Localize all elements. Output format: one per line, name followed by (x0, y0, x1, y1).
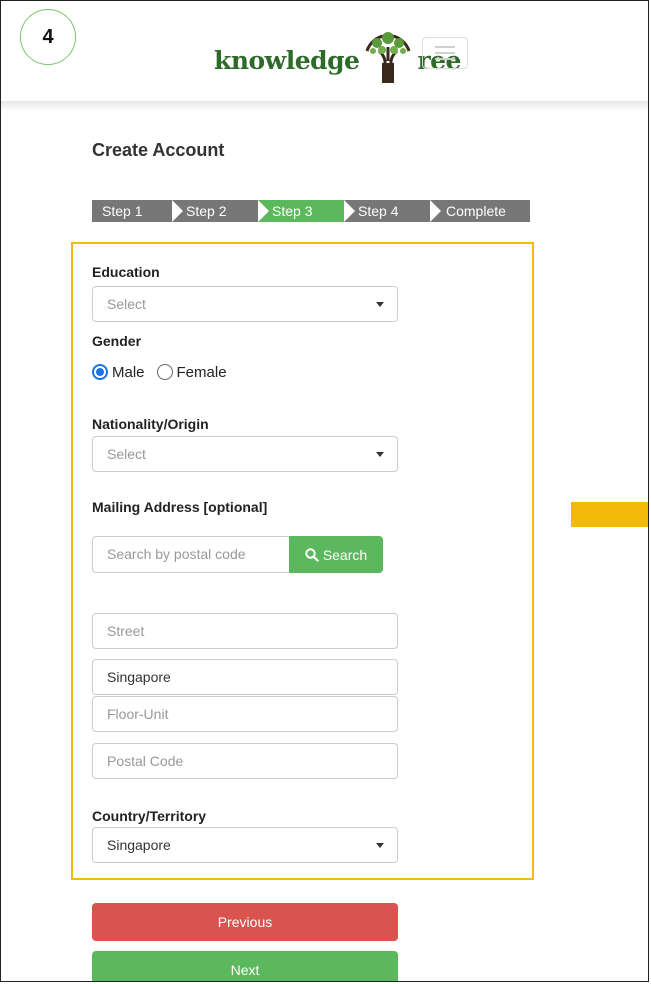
step-complete: Complete (430, 200, 530, 222)
country-select[interactable]: Singapore (92, 827, 398, 863)
city-input[interactable]: Singapore (92, 659, 398, 695)
nationality-select[interactable]: Select (92, 436, 398, 472)
tree-icon (361, 17, 415, 83)
education-select[interactable]: Select (92, 286, 398, 322)
nationality-value: Select (107, 446, 146, 462)
step-3: Step 3 (258, 200, 355, 222)
highlight-marker (571, 502, 648, 527)
gender-female-radio[interactable] (156, 364, 173, 380)
search-button[interactable]: Search (289, 536, 383, 573)
step-2: Step 2 (172, 200, 269, 222)
hamburger-menu-icon[interactable] (422, 37, 468, 69)
previous-button[interactable]: Previous (92, 903, 398, 941)
nationality-label: Nationality/Origin (92, 416, 209, 432)
page-title: Create Account (92, 140, 225, 160)
postal-search-group: Search by postal code Search (92, 536, 383, 573)
step-label: Step 4 (358, 203, 399, 219)
chevron-right-icon (258, 200, 269, 222)
education-value: Select (107, 296, 146, 312)
gender-label: Gender (92, 333, 142, 349)
country-value: Singapore (107, 837, 171, 853)
next-button[interactable]: Next (92, 951, 398, 981)
mailing-address-label: Mailing Address [optional] (92, 499, 268, 515)
step-label: Complete (446, 203, 506, 219)
caret-down-icon (376, 843, 384, 848)
step-progress-bar: Step 1 Step 2 Step 3 Step 4 Complete (92, 200, 530, 222)
country-label: Country/Territory (92, 808, 207, 824)
header-divider (1, 101, 648, 111)
gender-female-label: Female (176, 363, 227, 381)
education-label: Education (92, 264, 160, 280)
gender-male-radio[interactable] (92, 364, 108, 380)
step-number-badge: 4 (20, 9, 76, 65)
step-label: Step 1 (102, 203, 143, 219)
step-4: Step 4 (344, 200, 441, 222)
menu-bar (435, 58, 455, 60)
caret-down-icon (376, 302, 384, 307)
app-frame: 4 knowledge ree Create Account Step 1 St… (0, 0, 649, 982)
caret-down-icon (376, 452, 384, 457)
chevron-right-icon (344, 200, 355, 222)
chevron-right-icon (172, 200, 183, 222)
gender-radio-group: Male Female (92, 362, 227, 382)
postal-search-input[interactable]: Search by postal code (92, 536, 289, 573)
logo-text-left: knowledge (214, 46, 360, 75)
postal-code-input[interactable]: Postal Code (92, 743, 398, 779)
step-label: Step 2 (186, 203, 227, 219)
floor-unit-input[interactable]: Floor-Unit (92, 696, 398, 732)
gender-male-label: Male (112, 363, 145, 381)
chevron-right-icon (430, 200, 441, 222)
search-icon (305, 547, 319, 562)
street-input[interactable]: Street (92, 613, 398, 649)
menu-bar (435, 52, 455, 54)
step-1: Step 1 (92, 200, 183, 222)
search-button-label: Search (322, 546, 368, 563)
menu-bar (435, 46, 455, 48)
step-label: Step 3 (272, 203, 313, 219)
